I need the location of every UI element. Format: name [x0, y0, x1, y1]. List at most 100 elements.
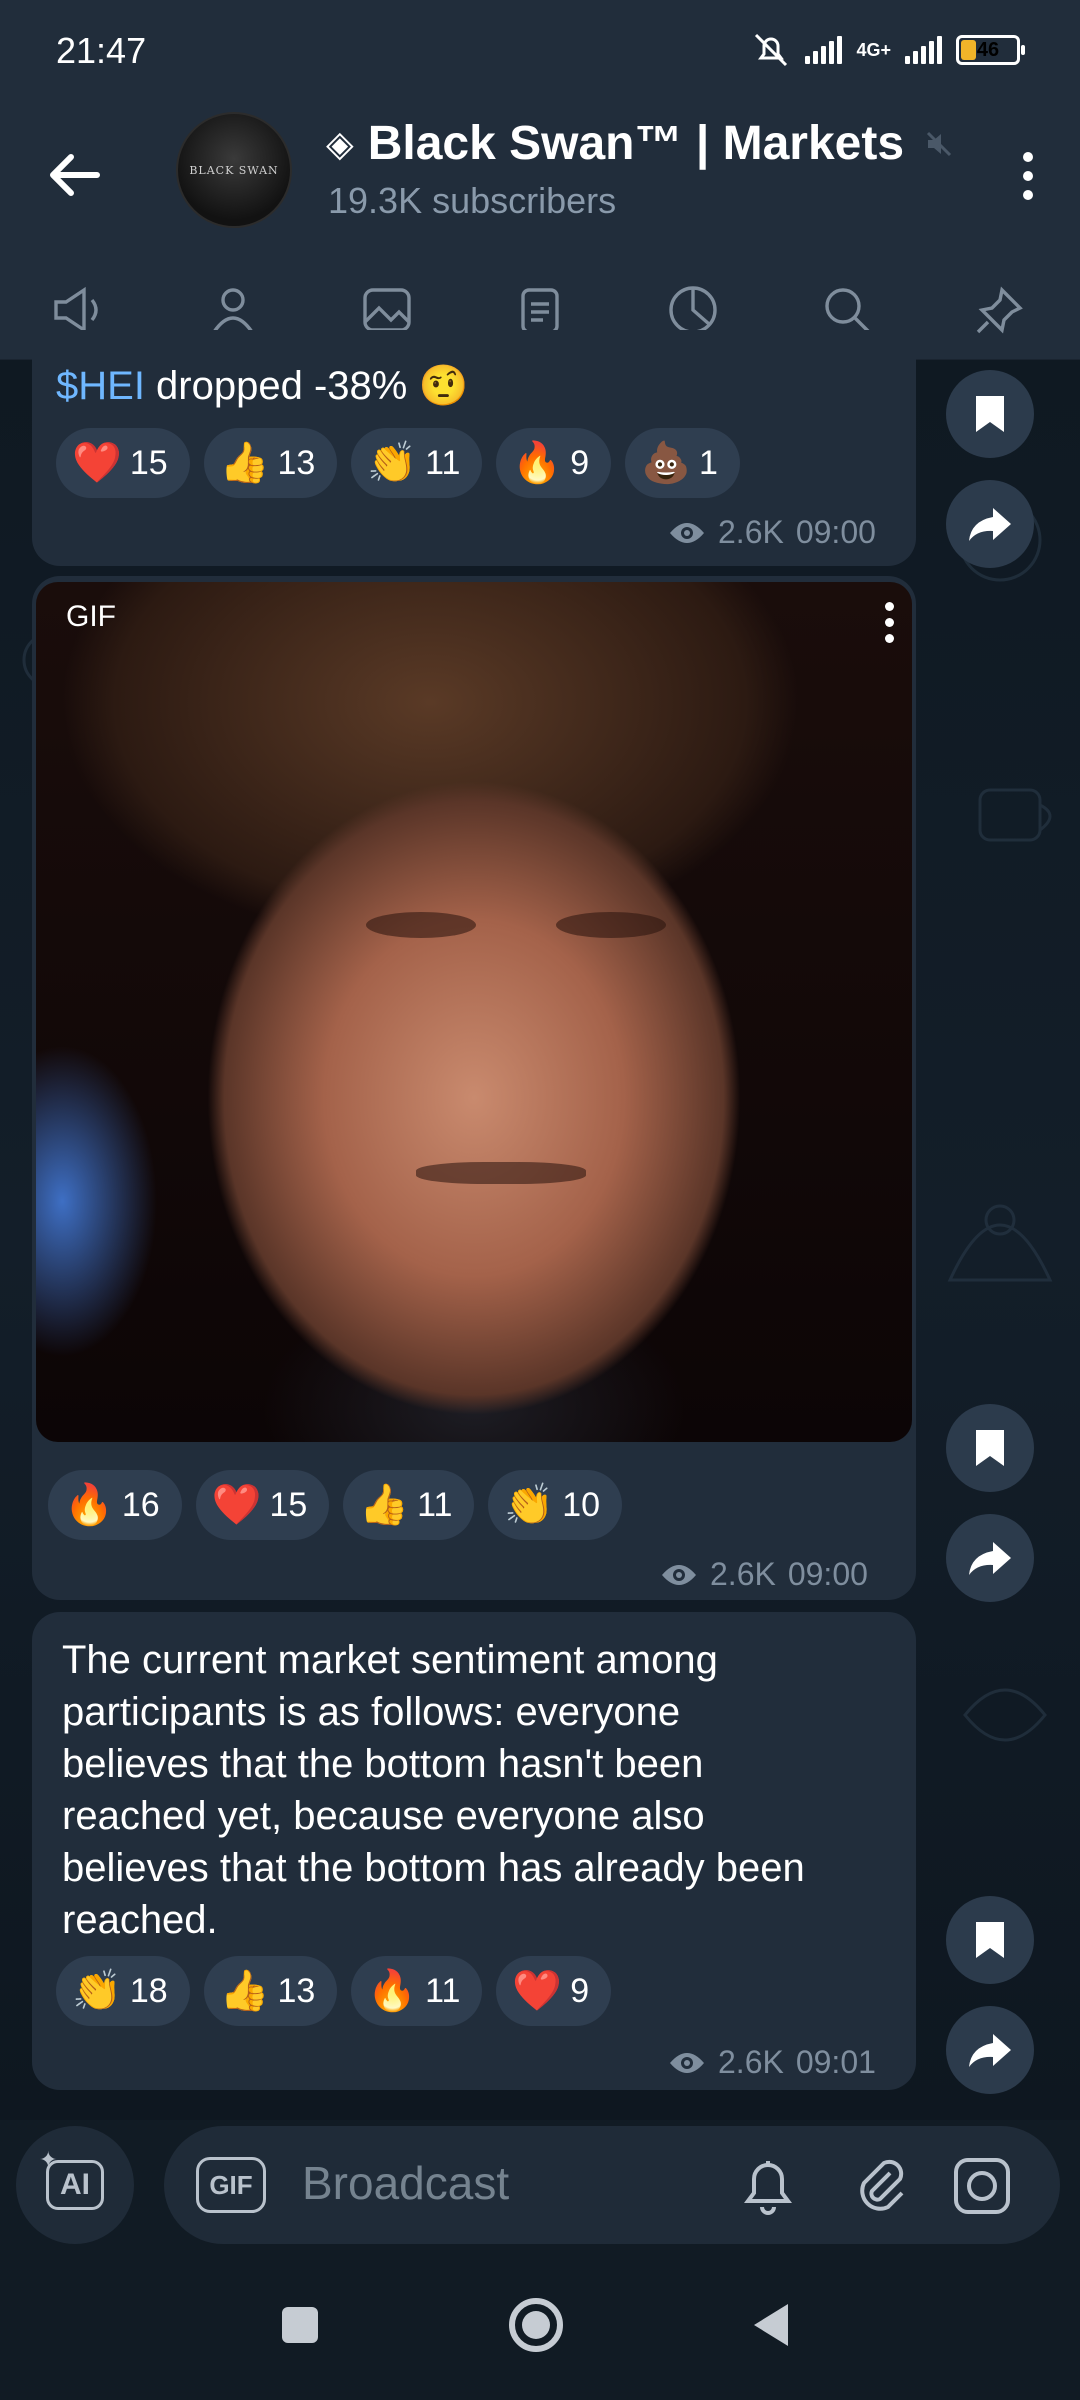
channel-avatar[interactable]: BLACK SWAN — [176, 112, 292, 228]
save-message-button[interactable] — [946, 1896, 1034, 1984]
circle-icon — [509, 2298, 563, 2352]
triangle-back-icon — [754, 2304, 788, 2346]
status-time: 21:47 — [56, 30, 147, 71]
save-message-button[interactable] — [946, 1404, 1034, 1492]
paperclip-icon — [860, 2159, 904, 2211]
view-count: 2.6K — [718, 2044, 784, 2080]
share-arrow-icon — [969, 2034, 1011, 2067]
recents-button[interactable] — [260, 2295, 340, 2355]
bookmark-icon — [976, 1430, 1004, 1466]
bookmark-icon — [976, 396, 1004, 432]
share-message-button[interactable] — [946, 2006, 1034, 2094]
reaction-clap[interactable]: 👏 10 — [488, 1470, 623, 1540]
thumbs-up-emoji: 👍 — [219, 1969, 270, 2013]
video-message-button[interactable] — [950, 2154, 1014, 2218]
reaction-fire[interactable]: 🔥 11 — [351, 1956, 483, 2026]
message-text: $HEI dropped -38% 🤨 — [56, 360, 468, 412]
reaction-heart[interactable]: ❤️ 15 — [56, 428, 190, 498]
doodle-icon — [978, 788, 1052, 842]
shadow — [416, 1162, 586, 1184]
input-placeholder: Broadcast — [302, 2157, 510, 2209]
view-count: 2.6K — [718, 514, 784, 550]
subscriber-count: 19.3K subscribers — [328, 180, 617, 221]
bell-icon — [744, 2161, 792, 2215]
message-time: 09:01 — [795, 2044, 876, 2080]
reaction-heart[interactable]: ❤️ 9 — [496, 1956, 612, 2026]
reaction-count: 1 — [698, 443, 718, 482]
share-message-button[interactable] — [946, 480, 1034, 568]
reaction-count: 11 — [417, 1485, 453, 1524]
battery-level — [961, 40, 976, 60]
battery-percent: 46 — [976, 38, 1000, 61]
eye-icon — [662, 1564, 696, 1585]
bell-off-icon — [755, 33, 788, 67]
save-message-button[interactable] — [946, 370, 1034, 458]
notification-toggle-button[interactable] — [736, 2154, 800, 2218]
message-text: The current market sentiment among parti… — [62, 1634, 805, 1946]
signal-icon-2 — [905, 36, 942, 64]
back-nav-button[interactable] — [730, 2295, 810, 2355]
reaction-thumbs-up[interactable]: 👍 13 — [203, 1956, 338, 2026]
share-arrow-icon — [969, 508, 1011, 541]
reactions-row: 👏 18 👍 13 🔥 11 ❤️ 9 — [56, 1956, 612, 2026]
gif-button-label: GIF — [209, 2169, 253, 2200]
reaction-heart[interactable]: ❤️ 15 — [195, 1470, 330, 1540]
view-count: 2.6K — [710, 1556, 776, 1592]
diamond-icon: ◈ — [326, 122, 354, 164]
camera-icon — [954, 2158, 1010, 2214]
back-button[interactable] — [40, 140, 110, 210]
dot — [1023, 190, 1033, 200]
ticker-link[interactable]: $HEI — [56, 364, 145, 408]
reaction-poop[interactable]: 💩 1 — [625, 428, 740, 498]
bookmark-icon — [976, 1922, 1004, 1958]
clap-emoji: 👏 — [72, 1969, 122, 2013]
more-options-button[interactable] — [998, 136, 1058, 216]
fire-emoji: 🔥 — [64, 1483, 114, 1527]
ai-button[interactable]: ✦ AI — [16, 2126, 134, 2244]
message-time: 09:00 — [795, 514, 876, 550]
reaction-count: 9 — [570, 1971, 590, 2010]
heart-emoji: ❤️ — [211, 1483, 262, 1527]
reaction-fire[interactable]: 🔥 9 — [496, 428, 612, 498]
thumbs-up-emoji: 👍 — [359, 1483, 410, 1527]
ai-label: AI — [60, 2168, 90, 2201]
broadcast-input[interactable]: GIF Broadcast — [164, 2126, 1060, 2244]
attach-button[interactable] — [848, 2154, 912, 2218]
dot — [885, 618, 894, 627]
tab-pinned[interactable] — [950, 270, 1050, 350]
signal-icon — [805, 36, 843, 64]
message-line: The current market sentiment among — [62, 1638, 718, 1682]
dot — [885, 634, 894, 643]
status-bar: 21:47 4G+ 46 — [0, 0, 1080, 100]
dot — [1023, 171, 1033, 181]
home-button[interactable] — [496, 2295, 576, 2355]
reactions-row: 🔥 16 ❤️ 15 👍 11 👏 10 — [48, 1470, 623, 1540]
heart-emoji: ❤️ — [512, 1969, 563, 2013]
share-message-button[interactable] — [946, 1514, 1034, 1602]
pin-icon — [976, 286, 1023, 333]
reaction-clap[interactable]: 👏 18 — [56, 1956, 190, 2026]
gif-media[interactable]: GIF — [36, 582, 912, 1442]
clap-emoji: 👏 — [504, 1483, 555, 1527]
message-meta: 2.6K 09:00 — [668, 514, 876, 551]
poop-emoji: 💩 — [641, 441, 691, 485]
reaction-count: 11 — [425, 1971, 461, 2010]
avatar-logo-text: BLACK SWAN — [189, 163, 279, 177]
fire-emoji: 🔥 — [512, 441, 563, 485]
channel-name: Black Swan™ | Markets — [367, 117, 905, 170]
message-meta: 2.6K 09:00 — [660, 1556, 868, 1593]
heart-emoji: ❤️ — [72, 441, 122, 485]
gif-options-button[interactable] — [885, 602, 894, 643]
reaction-fire[interactable]: 🔥 16 — [48, 1470, 182, 1540]
network-type: 4G+ — [856, 39, 891, 60]
reaction-thumbs-up[interactable]: 👍 11 — [343, 1470, 475, 1540]
reaction-thumbs-up[interactable]: 👍 13 — [203, 428, 338, 498]
reaction-clap[interactable]: 👏 11 — [351, 428, 483, 498]
doodle-icon — [963, 1688, 1047, 1742]
square-icon — [282, 2307, 318, 2343]
channel-title[interactable]: ◈ Black Swan™ | Markets — [326, 116, 954, 171]
arrow-left-icon — [50, 154, 100, 196]
reaction-count: 13 — [277, 443, 316, 482]
gif-button[interactable]: GIF — [196, 2157, 266, 2213]
message-time: 09:00 — [787, 1556, 868, 1592]
